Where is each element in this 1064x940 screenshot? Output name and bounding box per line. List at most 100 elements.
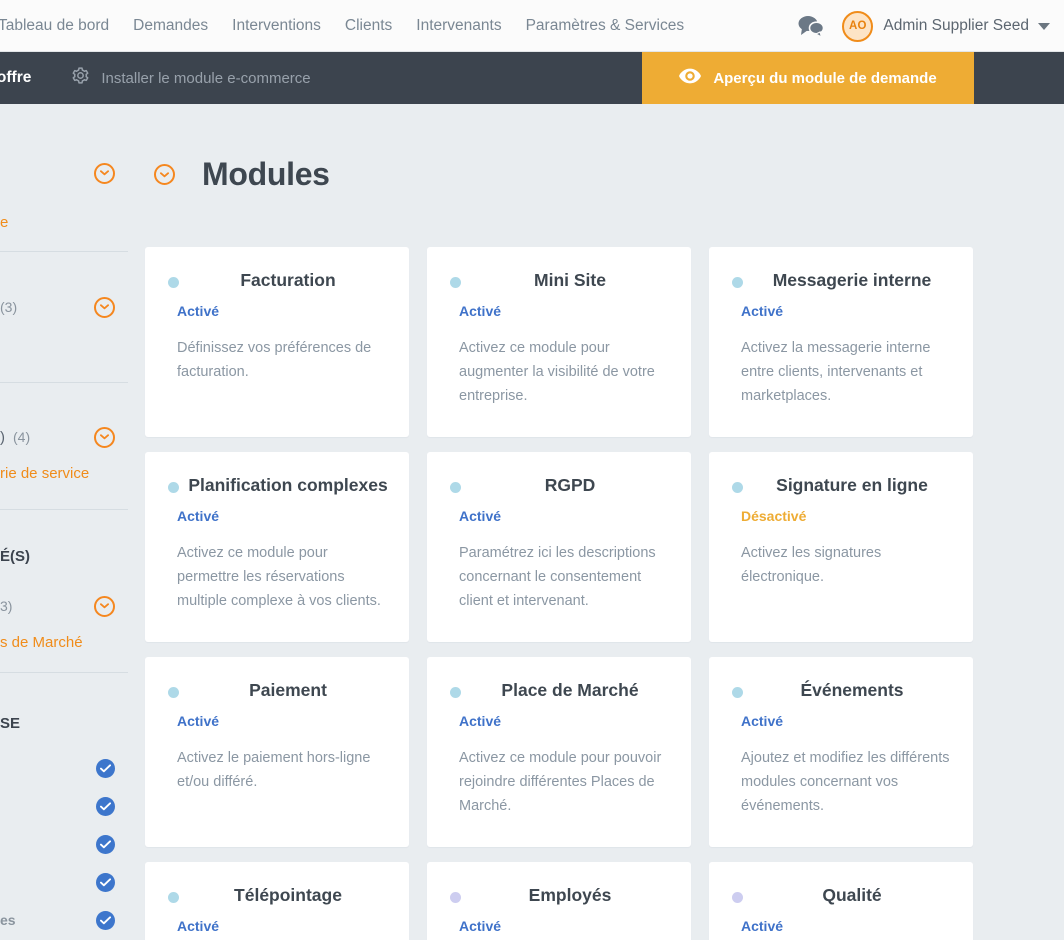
check-circle-icon[interactable]: [96, 872, 115, 892]
module-card-planification-complexes[interactable]: Planification complexes Activé Activez ce …: [145, 452, 409, 642]
sidebar-heading-1-label: É(S): [0, 547, 30, 565]
chevron-down-circle-icon[interactable]: [94, 162, 115, 184]
sidebar-check-5[interactable]: es: [0, 909, 128, 931]
check-circle-icon[interactable]: [96, 910, 115, 930]
status-badge[interactable]: Activé: [177, 918, 219, 934]
sidebar-link-2[interactable]: rie de service: [0, 463, 128, 483]
sidebar-heading-2: SE: [0, 712, 128, 734]
sidebar-section-1-toggle[interactable]: [0, 160, 128, 186]
status-badge[interactable]: Activé: [177, 508, 219, 524]
module-card-qualite[interactable]: Qualité Activé: [709, 862, 973, 940]
nav-clients[interactable]: Clients: [333, 0, 404, 52]
sidebar-check-1[interactable]: [0, 757, 128, 779]
card-description: Activez ce module pour augmenter la visi…: [459, 340, 655, 404]
status-badge[interactable]: Désactivé: [741, 508, 806, 524]
nav-interventions[interactable]: Interventions: [220, 0, 333, 52]
status-badge[interactable]: Activé: [741, 918, 783, 934]
chevron-down-circle-icon[interactable]: [154, 164, 175, 185]
card-description: Activez les signatures électronique.: [741, 545, 882, 585]
nav-intervenants[interactable]: Intervenants: [404, 0, 513, 52]
caret-down-icon[interactable]: [1038, 22, 1050, 30]
sidebar-divider-1: [0, 251, 128, 252]
sidebar-link-3[interactable]: s de Marché: [0, 632, 128, 652]
card-title: Télépointage: [234, 885, 342, 905]
card-header: Messagerie interne: [709, 270, 973, 291]
check-circle-icon[interactable]: [96, 758, 115, 778]
status-badge[interactable]: Activé: [459, 713, 501, 729]
status-badge[interactable]: Activé: [177, 713, 219, 729]
nav-tableau-de-bord[interactable]: Tableau de bord: [0, 0, 121, 52]
sidebar-check-4[interactable]: [0, 871, 128, 893]
sidebar-section-3-label: ): [0, 428, 5, 446]
sidebar-divider-3: [0, 509, 128, 510]
chevron-down-circle-icon[interactable]: [94, 595, 115, 617]
card-header: Facturation: [145, 270, 409, 291]
status-dot-icon: [732, 482, 743, 493]
status-dot-icon: [450, 687, 461, 698]
sidebar-link-1[interactable]: e: [0, 212, 128, 232]
status-badge[interactable]: Activé: [741, 303, 783, 319]
card-description: Activez ce module pour pouvoir rejoindre…: [459, 750, 662, 814]
status-dot-icon: [168, 482, 179, 493]
card-header: Paiement: [145, 680, 409, 701]
top-nav-user-area: AO Admin Supplier Seed: [796, 0, 1050, 52]
sidebar-section-4-toggle[interactable]: 3): [0, 593, 128, 619]
card-header: Événements: [709, 680, 973, 701]
install-ecommerce-module-button[interactable]: Installer le module e-commerce: [71, 66, 311, 90]
check-circle-icon[interactable]: [96, 834, 115, 854]
module-card-telepointage[interactable]: Télépointage Activé: [145, 862, 409, 940]
sidebar-check-3[interactable]: [0, 833, 128, 855]
status-badge[interactable]: Activé: [459, 508, 501, 524]
module-card-employes[interactable]: Employés Activé: [427, 862, 691, 940]
module-card-rgpd[interactable]: RGPD Activé Paramétrez ici les description…: [427, 452, 691, 642]
status-badge[interactable]: Activé: [177, 303, 219, 319]
sub-toolbar: e l'offre Installer le module e-commerce…: [0, 52, 1064, 104]
preview-request-module-label: Aperçu du module de demande: [713, 69, 937, 87]
user-name-label[interactable]: Admin Supplier Seed: [883, 17, 1029, 35]
nav-parametres-services[interactable]: Paramètres & Services: [514, 0, 697, 52]
status-badge[interactable]: Activé: [459, 303, 501, 319]
status-badge[interactable]: Activé: [459, 918, 501, 934]
card-title: Paiement: [249, 680, 327, 700]
sidebar-section-2-toggle[interactable]: (3): [0, 294, 128, 320]
sidebar-check-2[interactable]: [0, 795, 128, 817]
sidebar-section-3-toggle[interactable]: ) (4): [0, 424, 128, 450]
card-title: Employés: [528, 885, 612, 905]
status-dot-icon: [732, 277, 743, 288]
page-title: Modules: [202, 156, 330, 192]
card-header: Télépointage: [145, 885, 409, 906]
sidebar-heading-2-label: SE: [0, 714, 21, 732]
card-header: Qualité: [709, 885, 973, 906]
module-card-paiement[interactable]: Paiement Activé Activez le paiement hors-l…: [145, 657, 409, 847]
preview-request-module-button[interactable]: Aperçu du module de demande: [642, 52, 974, 104]
offer-label[interactable]: e l'offre: [0, 69, 41, 87]
card-title: Qualité: [822, 885, 882, 905]
module-card-evenements[interactable]: Événements Activé Ajoutez et modifiez les …: [709, 657, 973, 847]
card-header: Place de Marché: [427, 680, 691, 701]
sidebar-section-4-count: 3): [0, 598, 13, 614]
card-title: Mini Site: [534, 270, 606, 290]
card-title: Place de Marché: [501, 680, 639, 700]
card-title: Facturation: [240, 270, 336, 290]
card-header: Mini Site: [427, 270, 691, 291]
status-dot-icon: [732, 687, 743, 698]
chevron-down-circle-icon[interactable]: [94, 426, 115, 448]
left-sidebar-panel: e (3) ) (4) rie de service É(S) 3) s de …: [0, 104, 128, 940]
module-card-place-de-marche[interactable]: Place de Marché Activé Activez ce module p…: [427, 657, 691, 847]
check-circle-icon[interactable]: [96, 796, 115, 816]
module-card-facturation[interactable]: Facturation Activé Définissez vos préféren…: [145, 247, 409, 437]
status-dot-icon: [168, 687, 179, 698]
module-card-signature-en-ligne[interactable]: Signature en ligne Désactivé Activez les s…: [709, 452, 973, 642]
status-badge[interactable]: Activé: [741, 713, 783, 729]
chat-bubbles-icon[interactable]: [796, 14, 826, 38]
card-header: Signature en ligne: [709, 475, 973, 496]
avatar[interactable]: AO: [842, 10, 874, 42]
module-card-mini-site[interactable]: Mini Site Activé Activez ce module pour au…: [427, 247, 691, 437]
main-content-area: Modules Facturation Activé Définissez vos …: [128, 104, 1064, 940]
page-header: Modules: [154, 156, 330, 193]
chevron-down-circle-icon[interactable]: [94, 296, 115, 318]
module-card-messagerie-interne[interactable]: Messagerie interne Activé Activez la messa…: [709, 247, 973, 437]
card-description: Activez la messagerie interne entre clie…: [741, 340, 931, 404]
status-dot-icon: [168, 277, 179, 288]
nav-demandes[interactable]: Demandes: [121, 0, 220, 52]
